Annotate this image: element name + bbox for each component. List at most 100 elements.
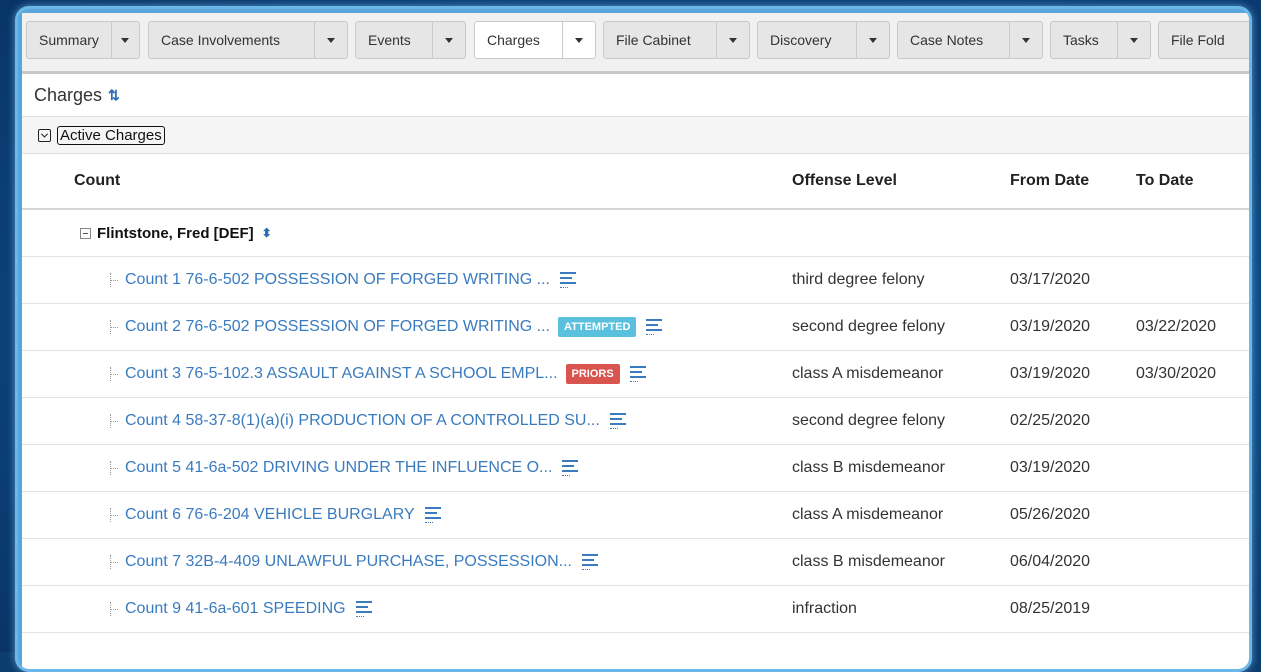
tab-summary[interactable]: Summary (26, 21, 140, 59)
tab-label: File Cabinet (616, 32, 691, 48)
tree-collapse-icon[interactable] (80, 227, 91, 239)
section-label[interactable]: Active Charges (57, 125, 165, 145)
tree-branch-icon (110, 414, 121, 428)
sync-icon[interactable]: ⇅ (108, 87, 120, 104)
tab-file-folders[interactable]: File Fold (1158, 21, 1249, 59)
table-row: Count 7 32B-4-409 UNLAWFUL PURCHASE, POS… (22, 539, 1249, 586)
page-title-row: Charges ⇅ (22, 74, 1249, 117)
offense-level-cell: class A misdemeanor (792, 365, 944, 382)
notes-icon[interactable] (424, 506, 441, 524)
charge-link[interactable]: Count 9 41-6a-601 SPEEDING (125, 600, 346, 618)
chevron-down-icon[interactable] (110, 22, 139, 58)
from-date-cell: 05/26/2020 (1010, 506, 1091, 523)
column-header-to-date[interactable]: To Date (1136, 154, 1193, 208)
chevron-down-icon[interactable] (716, 22, 749, 58)
count-cell: Count 7 32B-4-409 UNLAWFUL PURCHASE, POS… (110, 539, 598, 585)
tab-tasks[interactable]: Tasks (1050, 21, 1151, 59)
from-date-cell: 02/25/2020 (1010, 412, 1091, 429)
table-row: Count 4 58-37-8(1)(a)(i) PRODUCTION OF A… (22, 398, 1249, 445)
from-date-cell: 06/04/2020 (1010, 553, 1091, 570)
notes-icon[interactable] (629, 365, 646, 383)
tab-label: Case Notes (910, 32, 984, 48)
notes-icon[interactable] (646, 318, 663, 336)
chevron-down-icon[interactable] (1117, 22, 1150, 58)
tree-branch-icon (110, 555, 121, 569)
column-header-from-date[interactable]: From Date (1010, 154, 1089, 208)
table-row: Count 9 41-6a-601 SPEEDING infraction 08/2… (22, 586, 1249, 633)
table-row: Count 6 76-6-204 VEHICLE BURGLARY class A… (22, 492, 1249, 539)
chevron-down-icon[interactable] (432, 22, 465, 58)
tab-file-cabinet[interactable]: File Cabinet (603, 21, 750, 59)
charges-grid: Count Offense Level From Date To Date Fl… (22, 154, 1249, 633)
offense-level-cell: class A misdemeanor (792, 506, 944, 523)
count-cell: Count 6 76-6-204 VEHICLE BURGLARY (110, 492, 441, 538)
table-row: Count 1 76-6-502 POSSESSION OF FORGED WR… (22, 257, 1249, 304)
from-date-cell: 03/19/2020 (1010, 459, 1091, 476)
table-row: Count 3 76-5-102.3 ASSAULT AGAINST A SCH… (22, 351, 1249, 398)
notes-icon[interactable] (562, 459, 579, 477)
offense-level-cell: class B misdemeanor (792, 459, 945, 476)
column-header-count[interactable]: Count (74, 154, 120, 208)
tab-label: Charges (487, 32, 540, 48)
count-cell: Count 3 76-5-102.3 ASSAULT AGAINST A SCH… (110, 351, 646, 397)
charge-link[interactable]: Count 4 58-37-8(1)(a)(i) PRODUCTION OF A… (125, 412, 600, 430)
from-date-cell: 03/17/2020 (1010, 271, 1091, 288)
count-cell: Count 1 76-6-502 POSSESSION OF FORGED WR… (110, 257, 576, 303)
tab-label: Discovery (770, 32, 832, 48)
defendant-group-row: Flintstone, Fred [DEF] ⬍ (22, 210, 1249, 257)
count-cell: Count 2 76-6-502 POSSESSION OF FORGED WR… (110, 304, 663, 350)
sort-icon[interactable]: ⬍ (262, 226, 272, 240)
table-row: Count 5 41-6a-502 DRIVING UNDER THE INFL… (22, 445, 1249, 492)
priors-badge: PRIORS (565, 364, 620, 384)
offense-level-cell: second degree felony (792, 412, 945, 429)
tab-label: Tasks (1063, 32, 1099, 48)
to-date-cell: 03/22/2020 (1136, 318, 1217, 335)
column-header-offense-level[interactable]: Offense Level (792, 154, 897, 208)
notes-icon[interactable] (581, 553, 598, 571)
chevron-down-icon[interactable] (314, 22, 347, 58)
notes-icon[interactable] (355, 600, 372, 618)
chevron-down-icon[interactable] (1009, 22, 1042, 58)
notes-icon[interactable] (560, 271, 576, 289)
charge-rows: Count 1 76-6-502 POSSESSION OF FORGED WR… (22, 257, 1249, 633)
tree-branch-icon (110, 602, 121, 616)
tab-label: Summary (39, 32, 99, 48)
from-date-cell: 03/19/2020 (1010, 365, 1091, 382)
to-date-cell: 03/30/2020 (1136, 365, 1217, 382)
from-date-cell: 03/19/2020 (1010, 318, 1091, 335)
table-row: Count 2 76-6-502 POSSESSION OF FORGED WR… (22, 304, 1249, 351)
notes-icon[interactable] (609, 412, 626, 430)
tree-branch-icon (110, 461, 121, 475)
charge-link[interactable]: Count 3 76-5-102.3 ASSAULT AGAINST A SCH… (125, 365, 558, 383)
grid-header-row: Count Offense Level From Date To Date (22, 154, 1249, 210)
tree-branch-icon (110, 320, 121, 334)
tab-discovery[interactable]: Discovery (757, 21, 890, 59)
offense-level-cell: second degree felony (792, 318, 945, 335)
tab-label: Case Involvements (161, 32, 281, 48)
tree-branch-icon (110, 508, 121, 522)
page-title: Charges (34, 84, 103, 105)
active-charges-section-header[interactable]: Active Charges (22, 117, 1249, 154)
chevron-down-icon[interactable] (856, 22, 889, 58)
charge-link[interactable]: Count 6 76-6-204 VEHICLE BURGLARY (125, 506, 415, 524)
offense-level-cell: third degree felony (792, 271, 925, 288)
window-frame: Summary Case Involvements Events Charges… (15, 6, 1252, 672)
count-cell: Count 4 58-37-8(1)(a)(i) PRODUCTION OF A… (110, 398, 626, 444)
tree-branch-icon (110, 273, 121, 287)
chevron-down-icon[interactable] (562, 22, 595, 58)
tab-events[interactable]: Events (355, 21, 466, 59)
offense-level-cell: infraction (792, 600, 857, 617)
charge-link[interactable]: Count 7 32B-4-409 UNLAWFUL PURCHASE, POS… (125, 553, 572, 571)
charge-link[interactable]: Count 5 41-6a-502 DRIVING UNDER THE INFL… (125, 459, 552, 477)
count-cell: Count 5 41-6a-502 DRIVING UNDER THE INFL… (110, 445, 579, 491)
tab-case-notes[interactable]: Case Notes (897, 21, 1043, 59)
tree-branch-icon (110, 367, 121, 381)
charge-link[interactable]: Count 1 76-6-502 POSSESSION OF FORGED WR… (125, 271, 550, 289)
collapse-icon[interactable] (38, 128, 51, 142)
from-date-cell: 08/25/2019 (1010, 600, 1091, 617)
offense-level-cell: class B misdemeanor (792, 553, 945, 570)
charge-link[interactable]: Count 2 76-6-502 POSSESSION OF FORGED WR… (125, 318, 550, 336)
tab-case-involvements[interactable]: Case Involvements (148, 21, 348, 59)
tab-charges[interactable]: Charges (474, 21, 596, 59)
defendant-name: Flintstone, Fred [DEF] (97, 224, 254, 242)
